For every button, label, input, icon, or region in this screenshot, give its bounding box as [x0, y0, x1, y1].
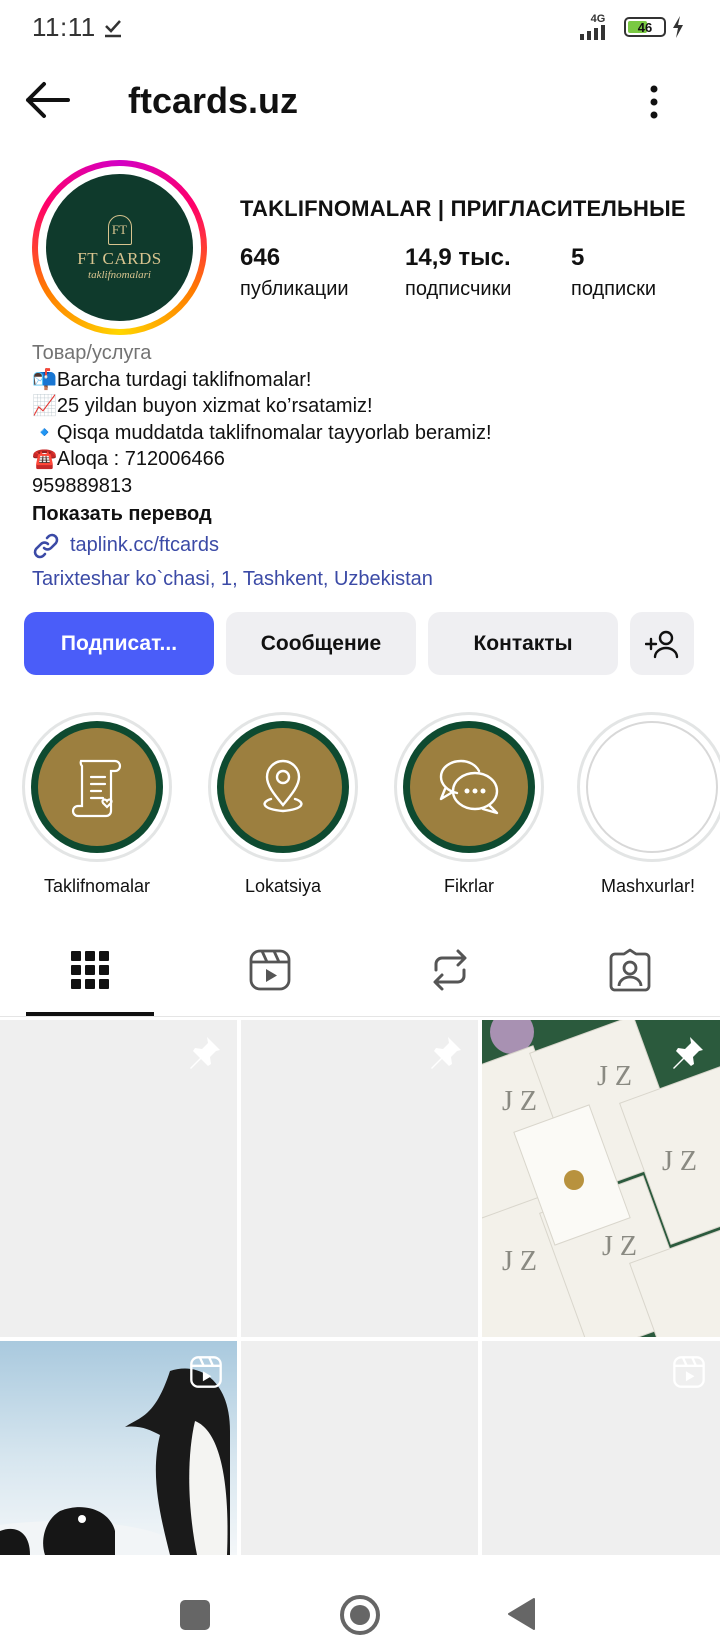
post-thumbnail[interactable] — [0, 1341, 237, 1555]
tab-reels[interactable] — [206, 940, 334, 1000]
battery-level: 46 — [637, 19, 653, 35]
bio-line: 🔹Qisqa muddatda taklifnomalar tayyorlab … — [32, 421, 492, 444]
highlight-label: Fikrlar — [444, 876, 494, 896]
highlight-taklifnomalar[interactable]: Taklifnomalar — [22, 712, 172, 897]
tagged-icon — [609, 948, 651, 992]
bio-website-link[interactable]: taplink.cc/ftcards — [32, 532, 692, 560]
location-pin-icon — [263, 759, 303, 813]
highlight-fikrlar[interactable]: Fikrlar — [394, 712, 544, 897]
post-thumbnail[interactable] — [482, 1341, 720, 1555]
message-button[interactable]: Сообщение — [226, 612, 416, 675]
tab-posts-grid[interactable] — [26, 940, 154, 1000]
website-text: taplink.cc/ftcards — [70, 534, 219, 557]
download-done-icon — [104, 19, 121, 37]
cards-monogram: J Z — [602, 1231, 637, 1262]
grid-icon — [71, 951, 109, 989]
stat-value: 14,9 тыс. — [405, 244, 511, 271]
home-button[interactable] — [340, 1595, 380, 1635]
highlight-mashxurlar[interactable]: Mashxurlar! — [577, 712, 720, 897]
contacts-button[interactable]: Контакты — [428, 612, 618, 675]
avatar-logo: FT FT CARDS taklifnomalari — [46, 174, 193, 321]
tab-divider — [0, 1016, 720, 1017]
stat-posts[interactable]: 646 публикации — [240, 244, 349, 301]
pin-icon — [190, 1037, 220, 1069]
highlight-label: Mashxurlar! — [600, 876, 696, 896]
post-thumbnail[interactable] — [241, 1020, 478, 1337]
add-user-icon — [645, 630, 679, 658]
cards-monogram: J Z — [502, 1086, 537, 1117]
page-title: ftcards.uz — [128, 80, 299, 121]
cards-monogram: J Z — [662, 1146, 697, 1177]
profile-bio: Товар/услуга 📬Barcha turdagi taklifnomal… — [32, 340, 692, 592]
post-thumbnail[interactable] — [241, 1341, 478, 1555]
tab-reposts[interactable] — [386, 940, 514, 1000]
avatar-monogram: FT — [107, 214, 132, 245]
status-bar-time: 11:11 — [32, 12, 122, 43]
pin-icon — [431, 1037, 461, 1069]
clock-text: 11:11 — [32, 12, 96, 42]
bio-line: ☎️Aloqa : 712006466 — [32, 448, 225, 470]
recent-apps-button[interactable] — [180, 1600, 210, 1630]
tab-tagged[interactable] — [566, 940, 694, 1000]
battery-icon: 46 — [624, 17, 666, 37]
signal-indicator: 4G — [578, 14, 618, 40]
highlight-label: Lokatsiya — [244, 876, 322, 896]
reposts-icon — [433, 949, 467, 991]
avatar[interactable]: FT FT CARDS taklifnomalari — [32, 160, 207, 335]
more-vertical-icon — [650, 85, 658, 119]
reels-badge-icon — [190, 1356, 222, 1388]
stat-following[interactable]: 5 подписки — [571, 244, 656, 301]
post-thumbnail[interactable]: J Z J Z J Z J Z J Z — [482, 1020, 720, 1337]
bio-line: 959889813 — [32, 474, 133, 497]
scroll-icon — [71, 759, 122, 818]
back-button[interactable] — [24, 80, 74, 120]
signal-icon — [580, 25, 605, 40]
avatar-brand: FT CARDS — [77, 248, 162, 268]
stat-value: 5 — [571, 244, 585, 271]
back-arrow-icon — [26, 82, 70, 118]
bio-line: 📬Barcha turdagi taklifnomalar! — [32, 368, 312, 391]
link-icon — [33, 533, 59, 558]
charging-icon — [673, 16, 683, 38]
bio-address-link[interactable]: Tarixteshar ko`chasi, 1, Tashkent, Uzbek… — [32, 566, 692, 593]
suggest-accounts-button[interactable] — [630, 612, 694, 675]
system-navigation-bar — [0, 1555, 720, 1650]
post-thumbnail[interactable] — [0, 1020, 237, 1337]
stat-followers[interactable]: 14,9 тыс. подписчики — [405, 244, 511, 301]
stat-label: публикации — [240, 278, 349, 300]
network-type: 4G — [590, 13, 606, 25]
cards-monogram: J Z — [597, 1061, 632, 1092]
follow-button[interactable]: Подписат... — [24, 612, 214, 675]
reels-badge-icon — [673, 1356, 705, 1388]
status-bar-indicators: 4G 46 — [578, 14, 684, 40]
empty-highlight-cover — [586, 721, 718, 853]
avatar-subtitle: taklifnomalari — [88, 268, 151, 281]
stat-value: 646 — [240, 244, 281, 271]
cards-monogram: J Z — [502, 1246, 537, 1277]
highlight-label: Taklifnomalar — [43, 876, 151, 896]
bio-line: 📈25 yildan buyon xizmat ko’rsatamiz! — [32, 395, 373, 417]
highlight-lokatsiya[interactable]: Lokatsiya — [208, 712, 358, 897]
reels-icon — [249, 949, 291, 991]
more-options-button[interactable] — [648, 84, 660, 124]
bio-category: Товар/услуга — [32, 342, 152, 364]
pin-icon — [673, 1037, 703, 1069]
stat-label: подписчики — [405, 278, 512, 300]
show-translation-link[interactable]: Показать перевод — [32, 501, 692, 528]
stat-label: подписки — [571, 278, 657, 300]
home-dot-icon — [350, 1605, 370, 1625]
profile-full-name: TAKLIFNOMALAR | ПРИГЛАСИТЕЛЬНЫЕ — [240, 196, 686, 221]
back-nav-button[interactable] — [506, 1597, 536, 1631]
chat-bubbles-icon — [439, 759, 499, 815]
